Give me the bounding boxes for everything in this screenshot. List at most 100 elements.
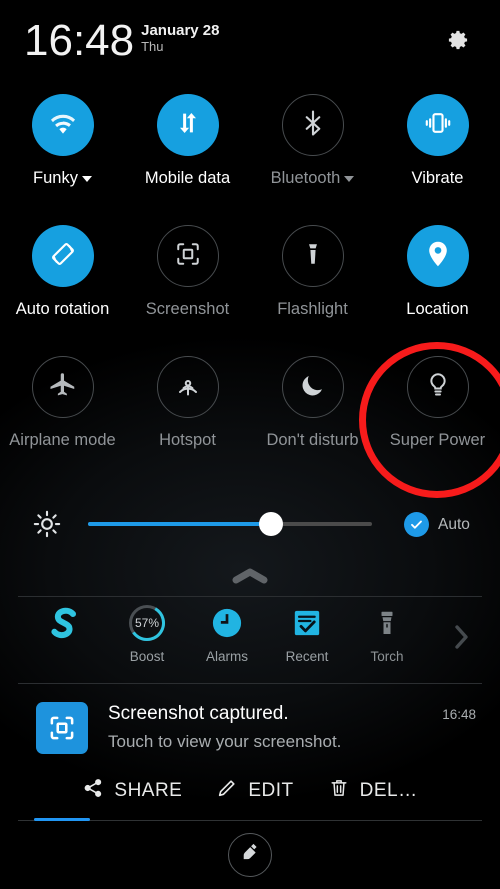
shortcut-recent[interactable]: Recent [267,602,347,664]
shortcut-security[interactable] [23,602,103,649]
tile-icon-circle [31,94,94,156]
screenshot-capture-icon [36,702,88,754]
auto-rotate-icon [47,238,79,275]
clock-time: 16:48 [24,16,135,65]
tile-airplane-mode[interactable]: Airplane mode [0,352,125,483]
tile-mobile-data[interactable]: Mobile data [125,90,250,221]
tile-label: Bluetooth [270,169,341,187]
location-pin-icon [422,238,454,275]
tile-icon-circle [281,356,344,418]
quick-settings-row: Auto rotation Screenshot Flashlight Loca… [0,221,500,352]
shortcut-label: Boost [129,649,165,664]
clock-block: 16:48 January 28 Thu [24,18,220,64]
tile-label: Vibrate [411,169,464,187]
status-bar: 16:48 January 28 Thu [0,0,500,86]
tile-wifi[interactable]: Funky [0,90,125,221]
tile-auto-rotation[interactable]: Auto rotation [0,221,125,352]
tile-label-wrap: Flashlight [277,300,348,319]
tile-bluetooth[interactable]: Bluetooth [250,90,375,221]
tile-icon-circle [281,225,344,287]
tile-icon-circle [406,94,469,156]
tile-label-wrap: Don't disturb [266,431,358,450]
delete-label: DEL… [359,780,418,801]
tile-label: Super Power [389,431,486,449]
lightbulb-icon [423,370,453,405]
tile-label-wrap: Super Power [390,431,485,450]
tile-super-power[interactable]: Super Power [375,352,500,483]
notification-time: 16:48 [442,707,476,722]
tile-dont-disturb[interactable]: Don't disturb [250,352,375,483]
security-s-logo [41,602,85,644]
tile-label-wrap: Vibrate [412,169,464,188]
tile-flashlight[interactable]: Flashlight [250,221,375,352]
brightness-icon [30,507,64,541]
tile-icon-circle [156,356,219,418]
clock-icon [209,602,245,644]
tile-icon-circle [406,356,469,418]
shortcut-boost[interactable]: 57% Boost [107,602,187,664]
share-label: SHARE [114,780,183,801]
tile-vibrate[interactable]: Vibrate [375,90,500,221]
tile-label: Don't disturb [266,431,359,449]
divider-top [18,596,482,597]
bluetooth-icon [298,108,328,143]
screenshot-icon [173,239,203,274]
mobile-data-icon [173,108,203,143]
delete-button[interactable]: DEL… [311,777,435,805]
shortcut-alarms[interactable]: Alarms [187,602,267,664]
clock-weekday: Thu [141,39,164,54]
tile-label-wrap: Location [406,300,468,319]
airplane-icon [48,370,78,405]
torch-icon [372,602,402,644]
gear-icon [445,27,471,58]
checkbox-checked-icon[interactable] [404,512,429,537]
scroll-indicator[interactable] [34,818,90,821]
notification-actions: SHARE EDIT DEL… [0,770,500,812]
tile-screenshot[interactable]: Screenshot [125,221,250,352]
shortcuts-more-button[interactable] [452,622,472,657]
panel-collapse-handle[interactable] [0,562,500,594]
tile-label-wrap: Funky [33,169,92,188]
auto-brightness-label: Auto [438,515,470,533]
tile-label-wrap: Airplane mode [9,431,115,450]
shortcut-torch[interactable]: Torch [347,602,427,664]
notification-title: Screenshot captured. [108,703,289,724]
tile-icon-circle [156,94,219,156]
boost-percent: 57% [134,616,160,630]
clear-all-notifications-button[interactable] [228,833,272,877]
brightness-slider[interactable] [88,512,372,536]
tile-icon-circle [281,94,344,156]
tile-label: Auto rotation [15,300,110,318]
brightness-slider-thumb[interactable] [259,512,283,536]
trash-icon [328,777,350,805]
broom-icon [237,840,263,871]
tile-label-wrap: Mobile data [145,169,230,188]
settings-button[interactable] [442,26,474,58]
clock-date: January 28 [141,22,220,39]
quick-settings-row: Funky Mobile data Bluetooth Vibrate [0,90,500,221]
tile-hotspot[interactable]: Hotspot [125,352,250,483]
hotspot-icon [173,370,203,405]
quick-settings-row: Airplane mode Hotspot Don't disturb Supe… [0,352,500,483]
shortcut-strip: 57% Boost Alarms Recent Torch [0,600,500,680]
brightness-slider-fill [88,522,271,526]
edit-button[interactable]: EDIT [199,777,310,805]
brightness-row: Auto [0,494,500,556]
tile-label-wrap: Hotspot [159,431,216,450]
chevron-down-icon[interactable] [81,176,92,182]
tile-label-wrap: Bluetooth [271,169,355,188]
chevron-down-icon[interactable] [344,176,355,182]
share-icon [82,777,104,805]
tile-label: Airplane mode [9,431,116,449]
share-button[interactable]: SHARE [65,777,199,805]
quick-settings-panel: Funky Mobile data Bluetooth Vibrate Auto… [0,90,500,483]
shortcut-label: Alarms [205,649,248,664]
shortcut-label: Recent [285,649,329,664]
pencil-icon [216,777,238,805]
divider-shortcuts [18,683,482,684]
edit-label: EDIT [248,780,294,801]
tile-location[interactable]: Location [375,221,500,352]
auto-brightness-toggle[interactable]: Auto [404,512,470,537]
tile-label: Mobile data [144,169,231,187]
tile-label: Location [406,300,469,318]
